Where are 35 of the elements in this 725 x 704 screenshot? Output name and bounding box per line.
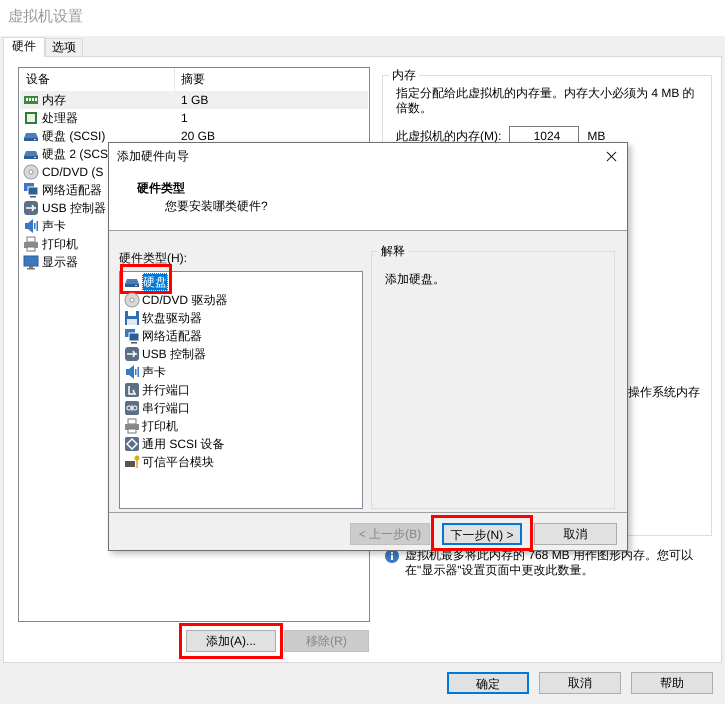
hardware-label: 可信平台模块 [142,454,214,471]
hardware-label: USB 控制器 [142,346,206,363]
device-name: 内存 [42,92,66,109]
device-name: USB 控制器 [42,200,106,217]
partial-text: 操作系统内存 [628,384,701,401]
hardware-label: 网络适配器 [142,328,202,345]
device-name: 硬盘 (SCSI) [42,128,106,145]
dialog-title: 添加硬件向导 [117,148,189,165]
window-title: 虚拟机设置 [0,0,725,36]
device-name: 处理器 [42,110,78,127]
group-title: 解释 [378,242,408,260]
dialog-subheading: 您要安装哪类硬件? [164,198,269,215]
list-label: 硬件类型(H): [119,250,188,267]
device-name: 硬盘 2 (SCS [42,146,108,163]
hardware-label: 软盘驱动器 [142,310,202,327]
hardware-label: 硬盘 [142,273,168,291]
dialog-heading: 硬件类型 [137,180,186,197]
field-label: 此虚拟机的内存(M): [396,128,502,145]
description-text: 指定分配给此虚拟机的内存量。内存大小必须为 4 MB 的倍数。 [396,86,696,116]
hardware-label: 打印机 [142,418,178,435]
unit-label: MB [587,128,606,145]
device-name: CD/DVD (S [42,164,104,181]
device-name: 打印机 [42,236,78,253]
hardware-label: 并行端口 [142,382,190,399]
explanation-text: 添加硬盘。 [385,271,446,288]
hardware-label: CD/DVD 驱动器 [142,292,228,309]
device-summary: 1 GB [180,92,208,109]
hardware-label: 通用 SCSI 设备 [142,436,225,453]
device-name: 显示器 [42,254,78,271]
device-summary: 20 GB [180,128,216,145]
device-summary: 1 [180,110,188,127]
device-name: 声卡 [42,218,66,235]
hardware-label: 声卡 [142,364,166,381]
hardware-label: 串行端口 [142,400,190,417]
device-name: 网络适配器 [42,182,102,199]
